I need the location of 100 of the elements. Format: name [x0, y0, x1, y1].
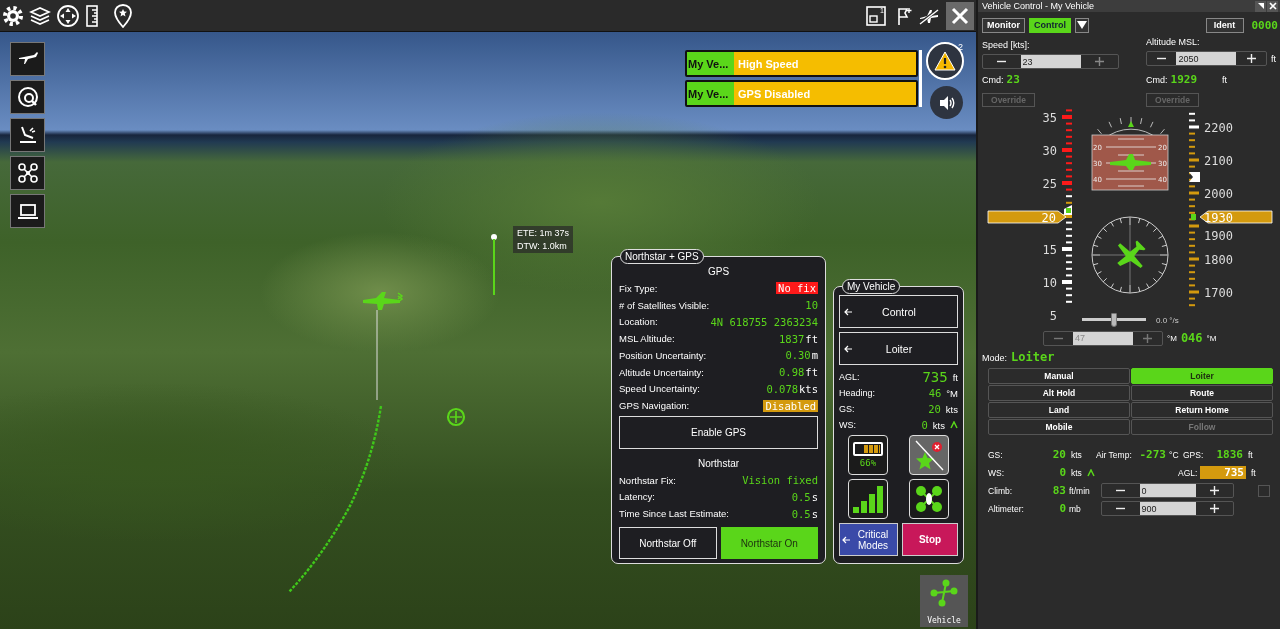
plus-icon	[1209, 504, 1219, 513]
speed-tape-label: 35	[1042, 111, 1057, 125]
ruler-icon[interactable]	[85, 4, 99, 27]
map-pin-icon[interactable]	[114, 3, 132, 28]
field-value: 0.98	[779, 366, 805, 379]
field-value: 20	[928, 403, 941, 415]
flag-plus-icon[interactable]	[896, 5, 912, 26]
field-value: 1929	[1170, 73, 1197, 86]
unit-label: ft	[952, 371, 958, 383]
vehicle-tab[interactable]: Vehicle	[920, 575, 968, 627]
altitude-tape-label: 2100	[1204, 154, 1233, 168]
alert-source: My Ve...	[687, 52, 734, 75]
speed-tape-label: 15	[1042, 243, 1057, 257]
section-heading: Northstar	[697, 456, 740, 471]
field-value: 0.5	[791, 490, 811, 503]
unit-label: ft/min	[1069, 485, 1091, 496]
climb-spinbox[interactable]: 0	[1101, 483, 1234, 498]
unit-label: s	[811, 490, 818, 503]
unit-label: °M	[946, 387, 958, 399]
speed-spinbox[interactable]: 23	[982, 54, 1119, 69]
aircraft-symbol	[1110, 154, 1151, 170]
close-button[interactable]	[946, 1, 974, 30]
field-label: AGL:	[839, 372, 860, 382]
battery-percent: 66%	[859, 458, 877, 468]
dock-button[interactable]	[1255, 0, 1266, 12]
search-button[interactable]	[10, 80, 45, 114]
field-value: 23	[1006, 73, 1020, 86]
unit-label: °M	[1206, 333, 1217, 343]
stop-button[interactable]: Stop	[902, 523, 958, 556]
mode-button[interactable]: Alt Hold	[988, 385, 1130, 401]
mode-button[interactable]: Return Home	[1131, 402, 1273, 418]
close-button[interactable]	[1267, 0, 1278, 12]
altimeter-spinbox[interactable]: 900	[1101, 501, 1234, 516]
field-label: Altitude Uncertainty:	[619, 366, 704, 378]
dtw-label: DTW: 1.0km	[517, 241, 568, 251]
field-value: 0.078	[766, 382, 799, 395]
plus-icon	[1209, 486, 1219, 495]
slider-thumb[interactable]	[1111, 313, 1117, 327]
field-label: AGL:	[1178, 467, 1199, 478]
mode-button[interactable]: Land	[988, 402, 1130, 418]
field-label: Heading:	[839, 388, 876, 398]
compass-icon[interactable]	[56, 3, 80, 28]
unit-label: ft	[1222, 75, 1228, 85]
settings-icon[interactable]	[2, 4, 24, 27]
field-value: 0.30	[785, 349, 811, 362]
status-badge: Disabled	[763, 399, 818, 412]
unit-label: ft	[1248, 449, 1254, 460]
plus-icon	[1246, 54, 1256, 63]
mode-tab[interactable]: Monitor	[982, 17, 1025, 33]
alert-banner[interactable]: My Ve... GPS Disabled	[685, 80, 918, 107]
dropdown-button[interactable]	[1075, 17, 1089, 33]
ident-button[interactable]: Ident	[1205, 17, 1244, 33]
altitude-tape-label: 1900	[1204, 229, 1233, 243]
section-heading: GPS	[707, 265, 730, 279]
field-value: 735	[922, 369, 948, 385]
window-icon[interactable]	[865, 4, 887, 27]
field-value: 0	[1058, 502, 1066, 515]
unit-label: °C	[1169, 449, 1180, 460]
enable-gps-button[interactable]: Enable GPS	[619, 415, 818, 449]
mode-tab[interactable]: Control	[1029, 17, 1071, 33]
critical-modes-button[interactable]: Critical Modes	[839, 523, 898, 556]
squawk-code: 0000	[1251, 18, 1278, 32]
mode-button[interactable]: Loiter	[1131, 368, 1273, 384]
northstar-toggle-button[interactable]: Northstar Off	[619, 527, 717, 560]
northstar-toggle-button[interactable]: Northstar On	[720, 527, 818, 560]
field-value: 0	[1058, 466, 1066, 479]
field-value: 10	[805, 299, 818, 312]
action-button[interactable]: Loiter	[839, 332, 958, 365]
mode-value: Loiter	[1011, 350, 1055, 364]
highlighted-value: 735	[1200, 466, 1246, 479]
field-label: Position Uncertainty:	[619, 349, 707, 361]
drone-button[interactable]	[10, 156, 45, 190]
plane-button[interactable]	[10, 42, 45, 76]
checkbox[interactable]	[1258, 484, 1270, 497]
altitude-tape-label: 2000	[1204, 187, 1233, 201]
field-value: -273	[1138, 448, 1166, 461]
turn-rate-reading: 0.0 °/s	[1156, 315, 1179, 325]
status-badge: No fix	[776, 282, 818, 295]
unit-label: ft	[1271, 53, 1276, 64]
unit-label: ft	[805, 366, 818, 379]
waypoint-marker-icon	[489, 233, 499, 295]
window-title: Vehicle Control - My Vehicle	[982, 1, 1095, 11]
mode-button[interactable]: Mobile	[988, 419, 1130, 435]
mode-button[interactable]: Manual	[988, 368, 1130, 384]
action-button[interactable]: Control	[839, 295, 958, 328]
landing-button[interactable]	[10, 118, 45, 152]
alert-banner[interactable]: My Ve... High Speed	[685, 50, 918, 77]
unit-label: kts	[932, 419, 945, 431]
unit-label: °M	[1167, 333, 1177, 343]
bank-pointer	[1128, 121, 1134, 127]
field-label: GS:	[988, 449, 1004, 460]
speed-readout: 20	[1041, 211, 1056, 225]
field-value: 0.5	[791, 507, 811, 520]
mode-button[interactable]: Route	[1131, 385, 1273, 401]
layers-icon[interactable]	[29, 4, 51, 27]
field-label: # of Satellites Visible:	[619, 299, 710, 311]
altitude-spinbox[interactable]: 2050	[1146, 51, 1267, 66]
close-icon	[950, 5, 970, 26]
field-value: Vision fixed	[742, 474, 818, 487]
laptop-button[interactable]	[10, 194, 45, 228]
